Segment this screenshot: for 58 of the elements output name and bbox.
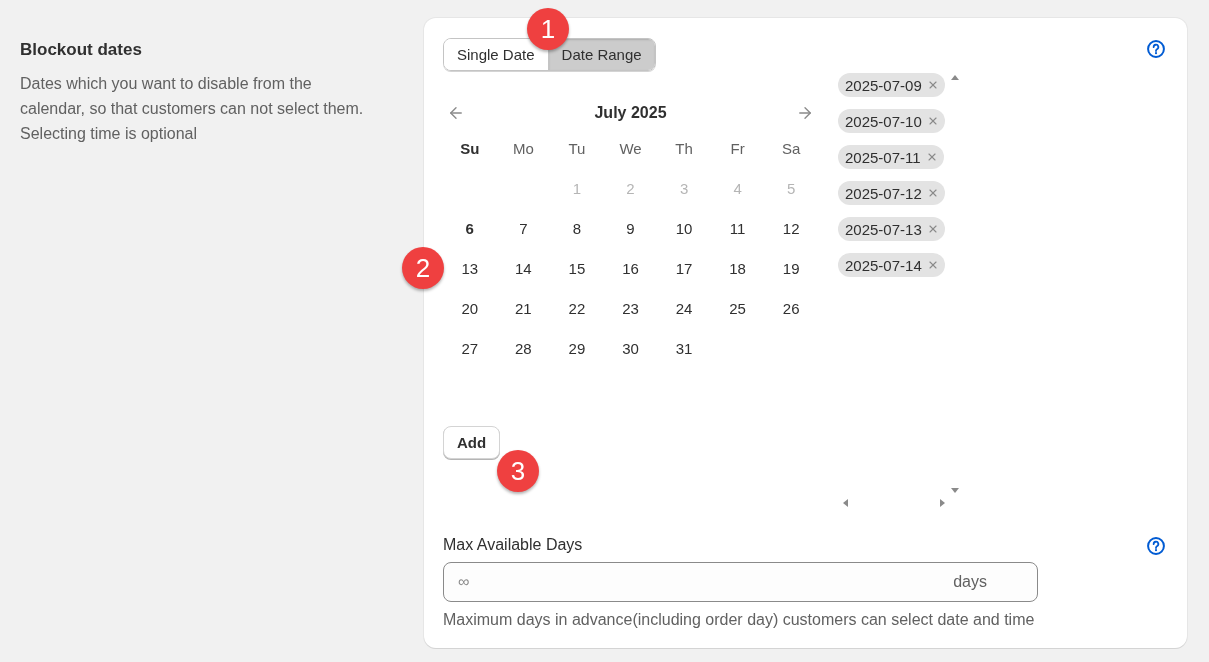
calendar-day[interactable]: 25	[710, 288, 765, 328]
calendar-day[interactable]: 9	[603, 208, 658, 248]
weekday-label: Th	[674, 138, 694, 159]
calendar-day[interactable]: 12	[764, 208, 818, 248]
weekday-label: Su	[459, 138, 481, 159]
calendar-day[interactable]: 15	[550, 248, 604, 288]
add-button[interactable]: Add	[443, 426, 500, 459]
field-help-text: Maximum days in advance(including order day) customers can select date and time	[443, 611, 1036, 629]
scroll-left-icon[interactable]	[843, 499, 848, 507]
calendar-day[interactable]: 17	[657, 248, 711, 288]
calendar-day[interactable]: 27	[443, 328, 497, 368]
weekday-label: Mo	[511, 138, 535, 159]
date-chip-label: 2025-07-14	[845, 256, 922, 274]
mode-toggle-option[interactable]: Date Range	[547, 39, 655, 70]
section-description: Dates which you want to disable from the calendar, so that customers can not select them. Selecting time is optional	[20, 74, 365, 144]
calendar-day[interactable]: 28	[496, 328, 551, 368]
section-title: Blockout dates	[20, 39, 142, 60]
calendar-day[interactable]: 22	[550, 288, 604, 328]
calendar-day[interactable]: 30	[603, 328, 658, 368]
calendar-day[interactable]: 16	[603, 248, 658, 288]
help-icon[interactable]	[1147, 40, 1165, 58]
weekday-label: Fr	[729, 138, 746, 159]
calendar-day[interactable]: 6	[443, 208, 497, 248]
step-badge: 1	[527, 8, 569, 50]
calendar-day[interactable]: 8	[550, 208, 604, 248]
calendar-day[interactable]: 10	[657, 208, 711, 248]
date-chip-label: 2025-07-11	[845, 148, 921, 166]
weekday-label: Tu	[567, 138, 587, 159]
next-month-button[interactable]	[796, 104, 814, 122]
calendar-day[interactable]: 24	[657, 288, 711, 328]
scroll-up-icon[interactable]	[950, 75, 959, 80]
date-chip-label: 2025-07-10	[845, 112, 922, 130]
step-badge: 3	[497, 450, 539, 492]
step-badge: 2	[402, 247, 444, 289]
date-chip-label: 2025-07-09	[845, 76, 922, 94]
scroll-down-icon[interactable]	[950, 488, 959, 493]
calendar-day[interactable]: 26	[764, 288, 818, 328]
calendar-day[interactable]: 13	[443, 248, 497, 288]
calendar-day[interactable]: 19	[764, 248, 818, 288]
help-icon[interactable]	[1147, 537, 1165, 555]
calendar-day[interactable]: 20	[443, 288, 497, 328]
date-chip-label: 2025-07-12	[845, 184, 922, 202]
calendar-day[interactable]: 14	[496, 248, 551, 288]
field-label: Max Available Days	[443, 536, 583, 554]
calendar-day[interactable]: 21	[496, 288, 551, 328]
weekday-label: We	[618, 138, 643, 159]
calendar-day[interactable]: 29	[550, 328, 604, 368]
date-chip-label: 2025-07-13	[845, 220, 922, 238]
scroll-right-icon[interactable]	[940, 499, 945, 507]
calendar-day[interactable]: 11	[710, 208, 765, 248]
previous-month-button[interactable]	[447, 104, 465, 122]
calendar-day[interactable]: 18	[710, 248, 765, 288]
calendar-day[interactable]: 7	[496, 208, 551, 248]
calendar-day[interactable]: 31	[657, 328, 711, 368]
weekday-label: Sa	[781, 138, 802, 159]
unit-label: days	[953, 573, 987, 591]
calendar-day[interactable]: 23	[603, 288, 658, 328]
month-title: July 2025	[594, 104, 667, 122]
